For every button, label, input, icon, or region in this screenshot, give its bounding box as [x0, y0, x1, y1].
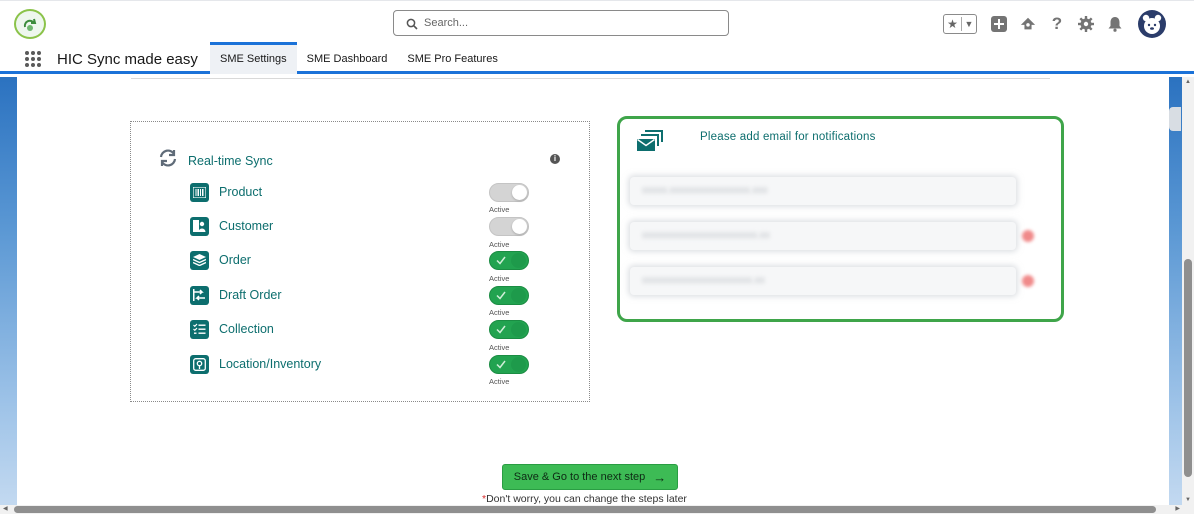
toggle-status: Active	[489, 377, 510, 386]
email-stack-icon	[637, 130, 663, 157]
scroll-up-icon[interactable]: ▲	[1185, 79, 1191, 85]
toggle-status: Active	[489, 274, 510, 283]
app-launcher-icon[interactable]	[25, 51, 41, 67]
horizontal-scrollbar[interactable]: ◀ ▶	[0, 505, 1194, 514]
sync-item-label: Customer	[219, 219, 274, 233]
steps-note-text: Don't worry, you can change the steps la…	[486, 493, 687, 505]
order-toggle[interactable]	[489, 251, 529, 270]
realtime-sync-header: Real-time Sync	[158, 148, 273, 173]
global-search[interactable]	[393, 10, 729, 36]
scroll-right-icon[interactable]: ▶	[1175, 505, 1180, 512]
sync-item-location-inventory: Location/Inventory	[190, 354, 321, 374]
star-icon: ★	[944, 17, 962, 31]
section-divider	[131, 78, 1050, 79]
tab-sme-settings[interactable]: SME Settings	[210, 42, 297, 74]
location-inventory-toggle[interactable]	[489, 355, 529, 374]
customer-toggle[interactable]	[489, 217, 529, 236]
email-field[interactable]: xxxxx.xxxxxxxxxxxxxxxx.xxx	[630, 177, 1016, 205]
sync-item-collection: Collection	[190, 319, 274, 339]
sync-item-label: Order	[219, 253, 251, 267]
app-nav-bar: HIC Sync made easy SME Settings SME Dash…	[0, 42, 1194, 74]
add-icon[interactable]	[991, 16, 1007, 32]
sync-item-order: Order	[190, 250, 251, 270]
collection-toggle[interactable]	[489, 320, 529, 339]
sync-item-label: Collection	[219, 322, 274, 336]
toggle-status: Active	[489, 308, 510, 317]
favorites-button[interactable]: ★ ▼	[943, 14, 977, 34]
toggle-status: Active	[489, 343, 510, 352]
draft-order-toggle[interactable]	[489, 286, 529, 305]
help-icon[interactable]: ?	[1049, 14, 1065, 33]
sync-item-customer: Customer	[190, 216, 273, 236]
toggle-status: Active	[489, 240, 510, 249]
tab-sme-pro-features[interactable]: SME Pro Features	[397, 44, 507, 74]
layers-icon	[190, 250, 209, 270]
toggle-status: Active	[489, 205, 510, 214]
app-logo[interactable]	[14, 9, 46, 39]
global-header: ★ ▼ ?	[0, 0, 1194, 44]
gear-icon[interactable]	[1078, 16, 1094, 32]
nav-tabs: SME Settings SME Dashboard SME Pro Featu…	[210, 42, 508, 74]
scroll-thumb[interactable]	[14, 506, 1156, 513]
sync-item-label: Location/Inventory	[219, 357, 322, 371]
avatar[interactable]	[1138, 10, 1166, 38]
save-next-step-button[interactable]: Save & Go to the next step →	[502, 464, 678, 490]
barcode-icon	[190, 182, 209, 202]
location-icon	[190, 354, 209, 374]
arrow-right-icon: →	[653, 469, 667, 485]
trailhead-icon[interactable]	[1020, 16, 1036, 32]
contact-card-icon	[190, 216, 209, 236]
email-field[interactable]: xxxxxxxxxxxxxxxxxxxxxxx.xx	[630, 222, 1016, 250]
checklist-icon	[190, 319, 209, 339]
app-name: HIC Sync made easy	[57, 51, 198, 68]
sync-item-label: Draft Order	[219, 288, 282, 302]
sync-item-product: Product	[190, 182, 262, 202]
info-icon[interactable]: i	[550, 154, 560, 164]
sync-item-label: Product	[219, 185, 263, 199]
draft-order-icon	[190, 285, 209, 305]
scroll-down-icon[interactable]: ▼	[1185, 497, 1191, 503]
delete-email-icon[interactable]	[1022, 275, 1034, 287]
panel-collapse-handle[interactable]	[1169, 107, 1181, 131]
email-field[interactable]: xxxxxxxxxxxxxxxxxxxxxx.xx	[630, 267, 1016, 295]
realtime-sync-title: Real-time Sync	[188, 153, 273, 168]
search-icon	[406, 17, 418, 35]
product-toggle[interactable]	[489, 183, 529, 202]
tab-sme-dashboard[interactable]: SME Dashboard	[297, 44, 398, 74]
bell-icon[interactable]	[1107, 16, 1123, 32]
refresh-sync-icon	[158, 148, 178, 173]
search-input[interactable]	[424, 14, 714, 32]
chevron-down-icon: ▼	[964, 19, 974, 29]
email-section-title: Please add email for notifications	[700, 131, 876, 143]
save-next-step-label: Save & Go to the next step	[513, 471, 646, 483]
sync-item-draft-order: Draft Order	[190, 285, 282, 305]
header-utilities: ★ ▼ ?	[943, 10, 1166, 38]
steps-note: *Don't worry, you can change the steps l…	[482, 493, 687, 505]
scroll-left-icon[interactable]: ◀	[3, 505, 8, 512]
delete-email-icon[interactable]	[1022, 230, 1034, 242]
scroll-thumb[interactable]	[1184, 259, 1192, 477]
vertical-scrollbar[interactable]: ▲ ▼	[1182, 77, 1194, 505]
